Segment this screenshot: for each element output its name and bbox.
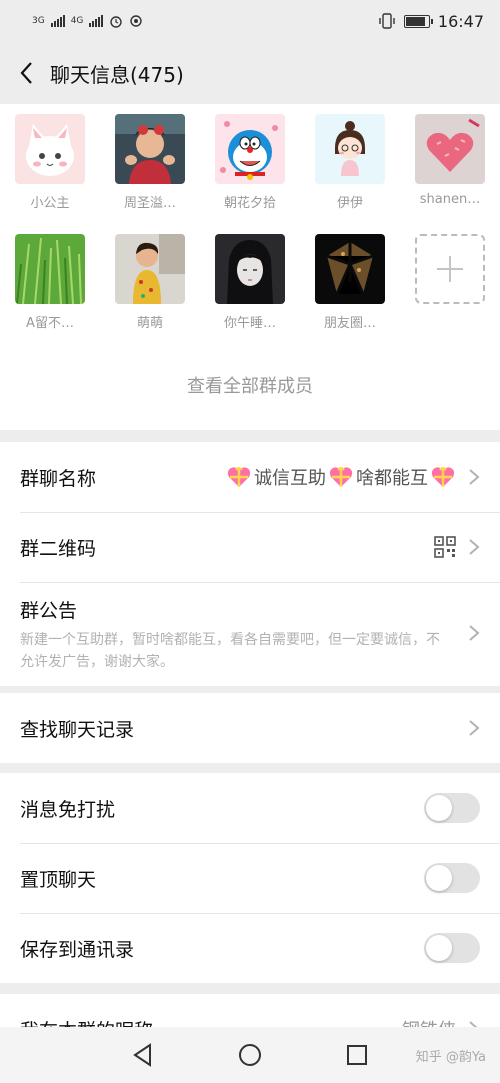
toggle-knob — [426, 795, 452, 821]
group-name-label: 群聊名称 — [20, 467, 97, 490]
chevron-right-icon — [469, 469, 480, 485]
header: 聊天信息(475) — [0, 42, 500, 104]
member-name: 小公主 — [30, 196, 70, 211]
member-item[interactable]: A留不… — [0, 234, 100, 331]
group-notice-text: 新建一个互助群，暂时啥都能互，看各自需要吧，但一定要诚信，不允许发广告，谢谢大家… — [20, 632, 440, 670]
pink-heart-avatar — [415, 114, 485, 184]
anime-girl-avatar — [215, 234, 285, 304]
nav-home-button[interactable] — [236, 1041, 264, 1069]
watermark: 知乎 @韵Ya — [415, 1050, 486, 1065]
cartoon-girl-avatar — [315, 114, 385, 184]
back-arrow-icon — [20, 62, 32, 84]
chevron-right-icon — [469, 625, 480, 641]
group-notice-label: 群公告 — [20, 600, 78, 622]
mute-toggle[interactable] — [424, 793, 480, 823]
view-all-members-link[interactable]: 查看全部群成员 — [0, 372, 500, 398]
member-name: 你午睡… — [223, 316, 276, 331]
qrcode-label: 群二维码 — [20, 537, 97, 560]
member-name: 朋友圈… — [323, 316, 376, 331]
nav-back-button[interactable] — [129, 1041, 157, 1069]
group-name-row[interactable]: 群聊名称 诚信互助 啥都能互 — [0, 442, 500, 512]
add-member-box — [415, 234, 485, 304]
qrcode-icon — [434, 536, 456, 558]
network-type-2: 4G — [70, 16, 84, 26]
search-history-section: 查找聊天记录 — [0, 693, 500, 763]
cat-avatar — [15, 114, 85, 184]
group-info-section: 群聊名称 诚信互助 啥都能互 群二维码 群公告 新建一个互助群，暂时啥都能互，看… — [0, 442, 500, 686]
signal-icon — [89, 15, 104, 27]
toggles-section: 消息免打扰 置顶聊天 保存到通讯录 — [0, 773, 500, 983]
sync-icon — [130, 15, 143, 27]
nav-recents-button[interactable] — [343, 1041, 371, 1069]
pin-label: 置顶聊天 — [20, 868, 97, 891]
status-left: 3G 4G — [32, 14, 143, 28]
member-item[interactable]: shanen… — [400, 114, 500, 211]
member-item[interactable]: 朝花夕拾 — [200, 114, 300, 211]
members-section: 小公主 周圣溢… 朝花夕拾 伊伊 shanen… A留不… 萌萌 你午睡… 朋友… — [0, 104, 500, 430]
toggle-knob — [426, 935, 452, 961]
mute-row: 消息免打扰 — [0, 773, 500, 843]
status-bar: 3G 4G 16:47 — [0, 0, 500, 42]
member-name: 周圣溢… — [123, 196, 176, 211]
member-name: shanen… — [419, 192, 481, 207]
triangle-back-icon — [133, 1043, 152, 1067]
member-item[interactable]: 伊伊 — [300, 114, 400, 211]
dark-logo-avatar — [315, 234, 385, 304]
qrcode-value — [434, 536, 456, 558]
alarm-icon — [110, 16, 123, 28]
add-member-button[interactable] — [400, 234, 500, 331]
vibrate-icon — [379, 13, 395, 29]
member-name: A留不… — [26, 316, 74, 331]
save-contacts-toggle[interactable] — [424, 933, 480, 963]
group-name-part: 啥都能互 — [356, 468, 428, 489]
circle-home-icon — [238, 1044, 261, 1066]
member-item[interactable]: 小公主 — [0, 114, 100, 211]
member-name: 萌萌 — [136, 316, 163, 331]
gift-heart-icon — [431, 467, 455, 487]
member-name: 伊伊 — [336, 196, 363, 211]
member-item[interactable]: 周圣溢… — [100, 114, 200, 211]
search-history-row[interactable]: 查找聊天记录 — [0, 693, 500, 763]
chevron-right-icon — [469, 539, 480, 555]
member-name: 朝花夕拾 — [223, 196, 276, 211]
member-row: A留不… 萌萌 你午睡… 朋友圈… — [0, 234, 500, 331]
back-button[interactable] — [12, 59, 40, 87]
clock: 16:47 — [437, 11, 484, 31]
pin-toggle[interactable] — [424, 863, 480, 893]
child-photo-avatar — [115, 234, 185, 304]
network-type-1: 3G — [32, 16, 45, 26]
search-history-label: 查找聊天记录 — [20, 718, 135, 741]
square-recents-icon — [346, 1045, 367, 1065]
save-contacts-row: 保存到通讯录 — [0, 913, 500, 983]
toggle-knob — [426, 865, 452, 891]
qrcode-row[interactable]: 群二维码 — [0, 512, 500, 582]
member-item[interactable]: 萌萌 — [100, 234, 200, 331]
child-photo-avatar — [115, 114, 185, 184]
pin-row: 置顶聊天 — [0, 843, 500, 913]
mute-label: 消息免打扰 — [20, 798, 116, 821]
group-name-value: 诚信互助 啥都能互 — [226, 464, 456, 490]
grass-avatar — [15, 234, 85, 304]
signal-icon — [50, 15, 65, 27]
group-notice-row[interactable]: 群公告 新建一个互助群，暂时啥都能互，看各自需要吧，但一定要诚信，不允许发广告，… — [0, 582, 500, 686]
battery-level — [405, 16, 425, 26]
doraemon-avatar — [215, 114, 285, 184]
page-title: 聊天信息(475) — [50, 62, 184, 87]
member-row: 小公主 周圣溢… 朝花夕拾 伊伊 shanen… — [0, 114, 500, 211]
member-item[interactable]: 朋友圈… — [300, 234, 400, 331]
plus-icon — [437, 256, 463, 282]
chevron-right-icon — [469, 720, 480, 736]
save-contacts-label: 保存到通讯录 — [20, 938, 135, 961]
battery-icon — [403, 14, 433, 28]
member-item[interactable]: 你午睡… — [200, 234, 300, 331]
gift-heart-icon — [227, 467, 251, 487]
gift-heart-icon — [329, 467, 353, 487]
group-name-part: 诚信互助 — [254, 468, 326, 489]
status-right: 16:47 — [378, 12, 484, 31]
